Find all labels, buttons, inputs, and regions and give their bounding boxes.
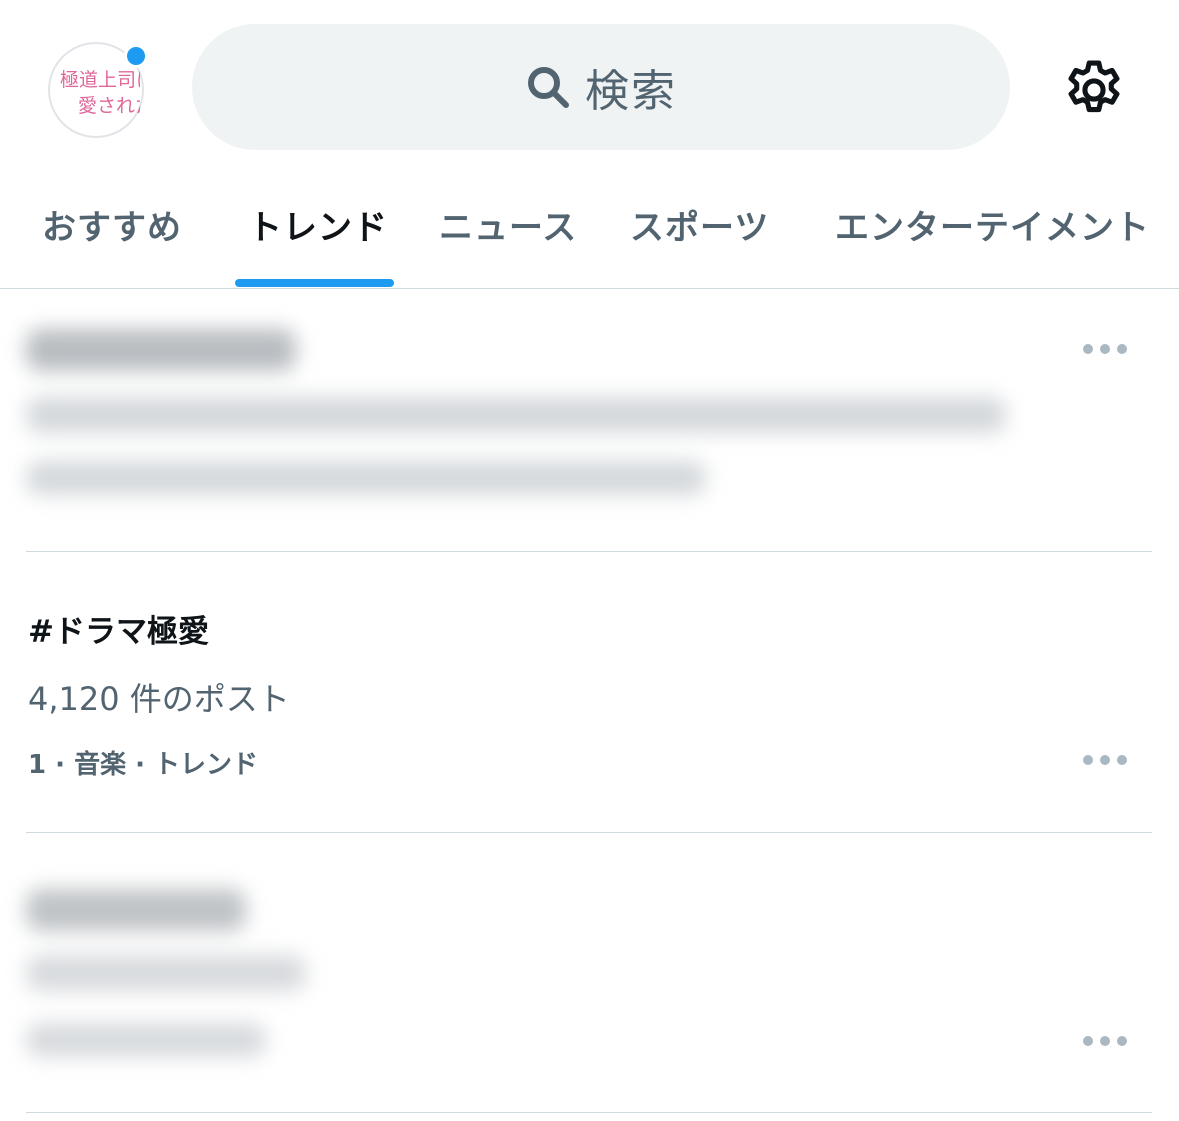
blurred-trend-meta xyxy=(26,461,706,495)
tab-trending[interactable]: トレンド xyxy=(248,200,388,249)
avatar-logo-image: 極道上司に愛されたら 愛されたら xyxy=(60,69,140,117)
tab-sports[interactable]: スポーツ xyxy=(630,200,769,249)
trend-item-blurred-3[interactable] xyxy=(0,833,1179,1113)
tab-news[interactable]: ニュース xyxy=(439,200,577,249)
profile-avatar[interactable]: 極道上司に愛されたら 愛されたら xyxy=(48,42,148,138)
tab-recommended[interactable]: おすすめ xyxy=(42,200,182,249)
gear-icon[interactable] xyxy=(1060,56,1128,124)
trend-title: #ドラマ極愛 xyxy=(28,614,209,650)
blurred-trend-meta xyxy=(26,1023,266,1057)
notification-dot xyxy=(124,44,148,68)
more-horizontal-icon[interactable] xyxy=(1082,343,1128,355)
more-horizontal-icon[interactable] xyxy=(1082,1035,1128,1047)
trend-divider xyxy=(26,1112,1152,1113)
more-horizontal-icon[interactable] xyxy=(1082,754,1128,766)
trend-item-blurred-1[interactable] xyxy=(0,289,1179,551)
blurred-trend-text xyxy=(26,955,306,991)
tab-entertainment[interactable]: エンターテイメント xyxy=(835,200,1150,249)
blurred-trend-title xyxy=(26,889,246,931)
svg-text:愛されたら: 愛されたら xyxy=(78,95,140,117)
search-bar[interactable]: 検索 xyxy=(192,24,1010,150)
search-icon xyxy=(528,67,569,108)
blurred-trend-text xyxy=(26,397,1006,433)
top-header: 極道上司に愛されたら 愛されたら 検索 xyxy=(0,0,1179,180)
svg-text:極道上司に愛されたら: 極道上司に愛されたら xyxy=(60,69,140,91)
active-tab-indicator xyxy=(235,279,394,287)
trend-divider xyxy=(26,551,1152,552)
tab-bar: おすすめ トレンド ニュース スポーツ エンターテイメント xyxy=(0,180,1179,288)
trend-meta: 1 · 音楽 · トレンド xyxy=(28,750,259,780)
blurred-trend-title xyxy=(26,329,296,371)
trend-post-count: 4,120 件のポスト xyxy=(28,680,290,718)
search-placeholder: 検索 xyxy=(585,66,677,117)
